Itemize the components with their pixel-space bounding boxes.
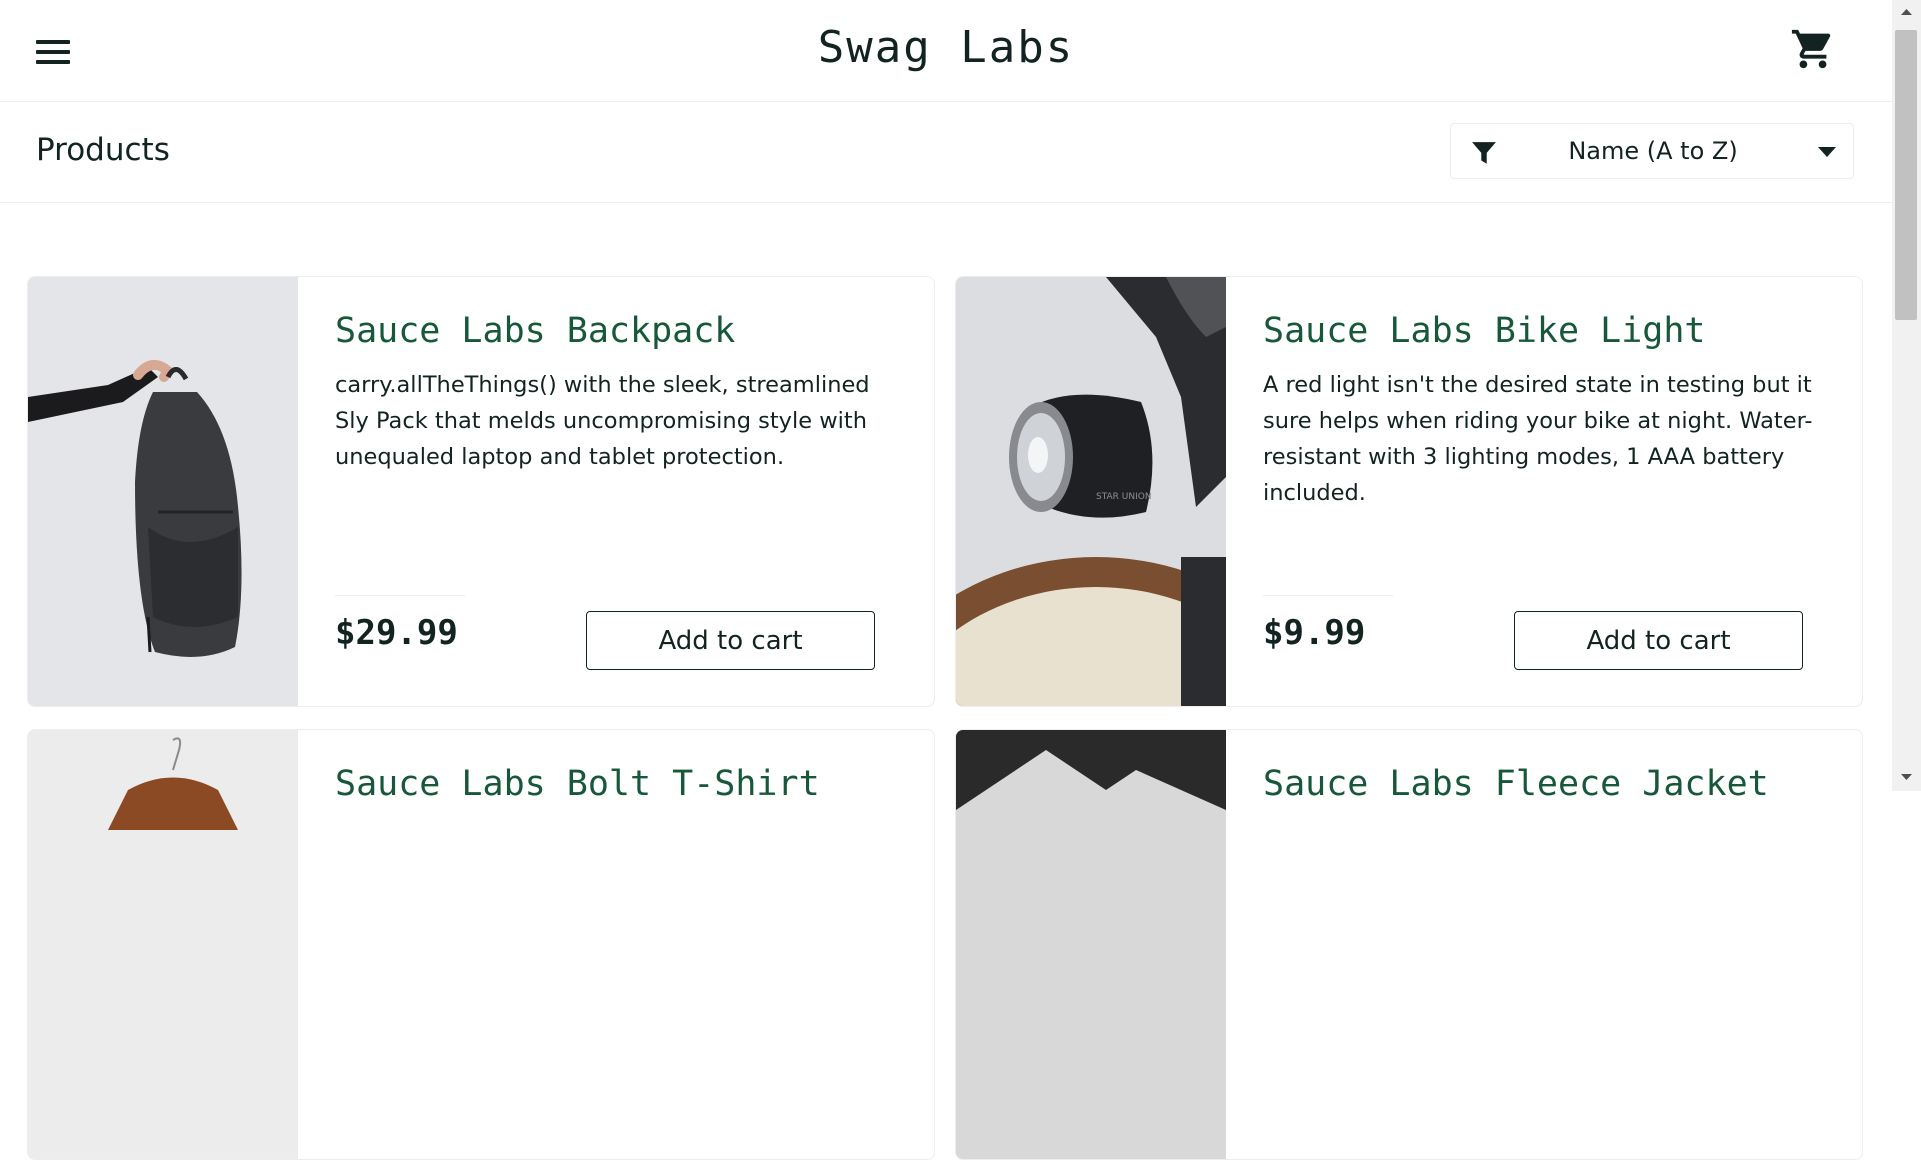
product-price: $9.99 xyxy=(1263,613,1366,653)
inventory-item: Sauce Labs Bolt T-Shirt xyxy=(27,729,935,1160)
product-description: carry.allTheThings() with the sleek, str… xyxy=(335,372,870,470)
inventory-item: Sauce Labs Backpack carry.allTheThings()… xyxy=(27,276,935,707)
sort-selected-value: Name (A to Z) xyxy=(1568,137,1738,165)
scroll-down-arrow-icon[interactable] xyxy=(1901,773,1912,781)
product-description: A red light isn't the desired state in t… xyxy=(1263,372,1813,506)
product-name[interactable]: Sauce Labs Bolt T-Shirt xyxy=(335,764,820,804)
sort-dropdown[interactable]: Name (A to Z) xyxy=(1450,123,1854,179)
secondary-header: Products Name (A to Z) xyxy=(0,102,1892,203)
shopping-cart-icon xyxy=(1791,29,1831,69)
jacket-image xyxy=(956,730,1226,1159)
primary-header: Swag Labs xyxy=(0,0,1892,102)
vertical-scrollbar[interactable] xyxy=(1892,0,1921,791)
light-brand-label: STAR UNION xyxy=(1096,492,1152,502)
product-image-fleece-jacket[interactable] xyxy=(956,730,1226,1159)
bike-light-image: STAR UNION xyxy=(956,277,1329,706)
product-name[interactable]: Sauce Labs Fleece Jacket xyxy=(1263,764,1769,804)
app-logo: Swag Labs xyxy=(817,22,1075,73)
product-price: $29.99 xyxy=(335,613,458,653)
add-to-cart-button[interactable]: Add to cart xyxy=(1514,611,1803,670)
product-image-bike-light[interactable]: STAR UNION xyxy=(956,277,1329,706)
backpack-image xyxy=(28,277,298,706)
scroll-up-arrow-icon[interactable] xyxy=(1901,8,1912,16)
product-image-backpack[interactable] xyxy=(28,277,298,706)
chevron-down-icon xyxy=(1818,147,1836,157)
price-divider xyxy=(1263,595,1393,596)
inventory-item: Sauce Labs Fleece Jacket xyxy=(955,729,1863,1160)
shopping-cart-link[interactable] xyxy=(1790,26,1836,72)
tshirt-image xyxy=(28,730,298,1159)
product-name[interactable]: Sauce Labs Backpack xyxy=(335,311,735,351)
product-image-bolt-tshirt[interactable] xyxy=(28,730,298,1159)
page-title: Products xyxy=(36,132,170,168)
scrollbar-thumb[interactable] xyxy=(1895,30,1917,320)
add-to-cart-button[interactable]: Add to cart xyxy=(586,611,875,670)
inventory-item: STAR UNION Sauce Labs Bike Light A red l… xyxy=(955,276,1863,707)
product-name[interactable]: Sauce Labs Bike Light xyxy=(1263,311,1706,351)
price-divider xyxy=(335,595,465,596)
